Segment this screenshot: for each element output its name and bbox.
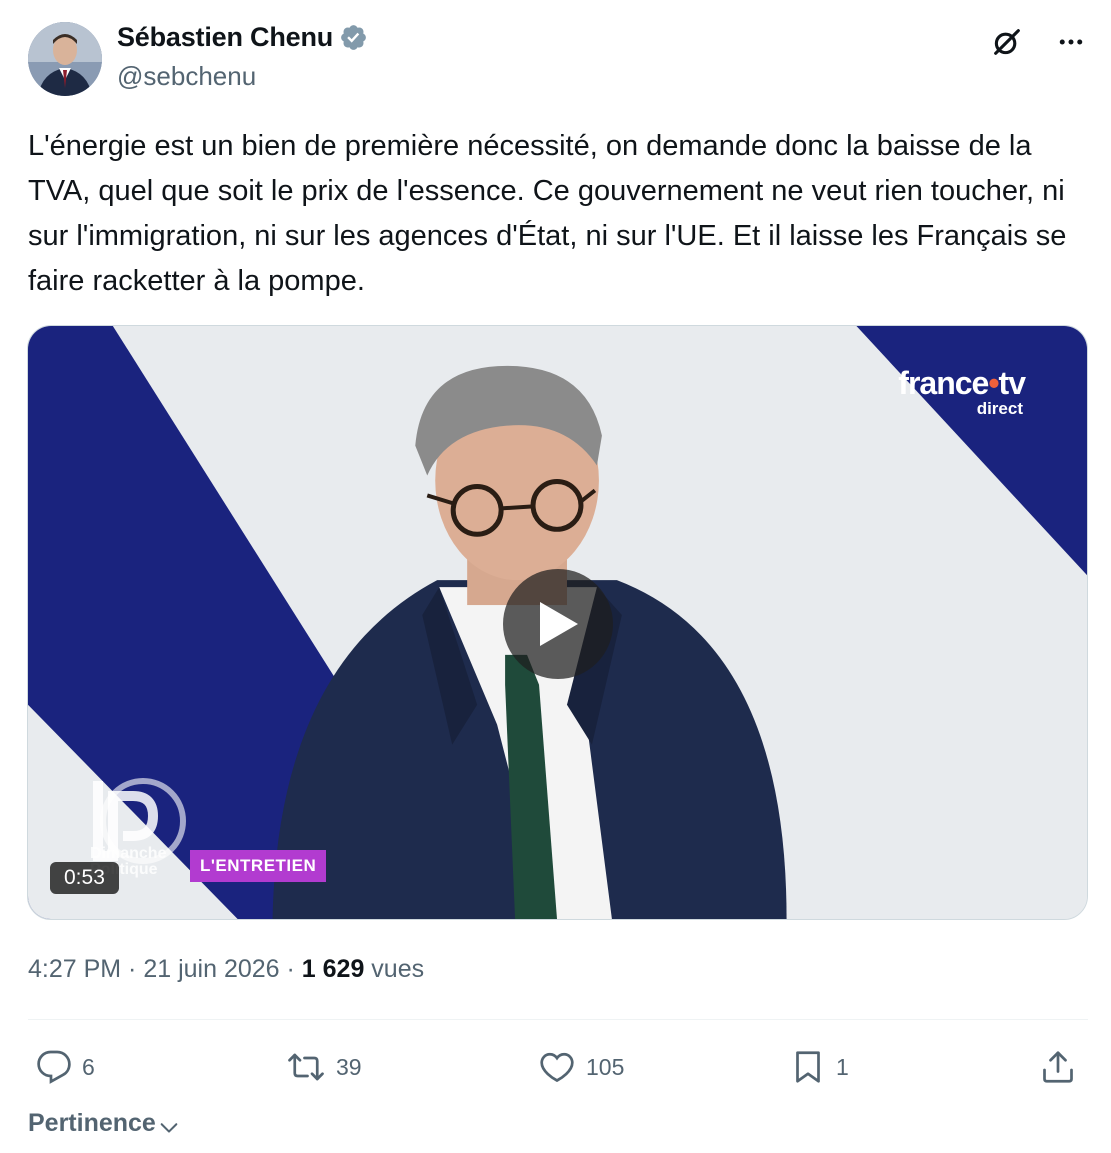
bookmark-count: 1 — [836, 1053, 849, 1080]
more-icon[interactable] — [1053, 24, 1089, 60]
bookmark-button[interactable]: 1 — [790, 1042, 849, 1092]
like-count: 105 — [586, 1053, 625, 1080]
video-duration: 0:53 — [50, 862, 119, 894]
like-button[interactable]: 105 — [538, 1042, 624, 1092]
author-name-row[interactable]: Sébastien Chenu — [117, 22, 368, 53]
retweet-button[interactable]: 39 — [286, 1042, 362, 1092]
engagement-bar: 6 39 105 1 — [28, 1042, 1088, 1092]
meta-separator: · — [279, 955, 302, 983]
tweet-text: L'énergie est un bien de première nécess… — [28, 130, 1067, 297]
video-player[interactable]: france•tv direct Dimanche Politique L'EN… — [27, 325, 1088, 920]
bookmark-icon — [796, 1051, 820, 1083]
channel-logo: france•tv direct — [898, 365, 1026, 418]
reply-count: 6 — [82, 1053, 95, 1080]
channel-brand-dot: • — [988, 365, 999, 401]
play-button[interactable] — [503, 569, 613, 679]
retweet-count: 39 — [336, 1053, 362, 1080]
channel-brand-sub: direct — [976, 399, 1023, 418]
views-count: 1 629 — [301, 955, 365, 983]
play-icon — [540, 602, 578, 646]
avatar[interactable] — [28, 22, 102, 96]
channel-brand-main: france — [898, 365, 989, 401]
replies-sort-dropdown[interactable]: Pertinence — [28, 1109, 180, 1138]
tweet-time[interactable]: 4:27 PM — [28, 955, 121, 983]
show-name-line1: Dimanche — [90, 845, 167, 862]
reply-button[interactable]: 6 — [36, 1042, 95, 1092]
divider — [28, 1019, 1088, 1020]
sort-label: Pertinence — [28, 1109, 156, 1137]
verified-badge-icon[interactable] — [339, 23, 368, 52]
heart-icon — [540, 1052, 574, 1083]
grok-icon[interactable] — [989, 24, 1025, 60]
segment-label: L'ENTRETIEN — [190, 850, 327, 882]
chevron-down-icon — [160, 1122, 178, 1133]
tweet-meta: 4:27 PM · 21 juin 2026 · 1 629 vues — [28, 955, 424, 984]
share-button[interactable] — [1040, 1042, 1076, 1092]
author-display-name[interactable]: Sébastien Chenu — [117, 22, 333, 53]
channel-brand-suffix: tv — [998, 365, 1026, 401]
retweet-icon — [288, 1053, 324, 1081]
tweet-date[interactable]: 21 juin 2026 — [143, 955, 279, 983]
reply-icon — [37, 1050, 71, 1084]
share-icon — [1043, 1051, 1073, 1083]
author-handle[interactable]: @sebchenu — [117, 61, 256, 92]
meta-separator: · — [121, 955, 144, 983]
avatar-image — [28, 22, 102, 96]
views-label: vues — [364, 955, 425, 983]
tweet-header-actions — [989, 24, 1089, 60]
